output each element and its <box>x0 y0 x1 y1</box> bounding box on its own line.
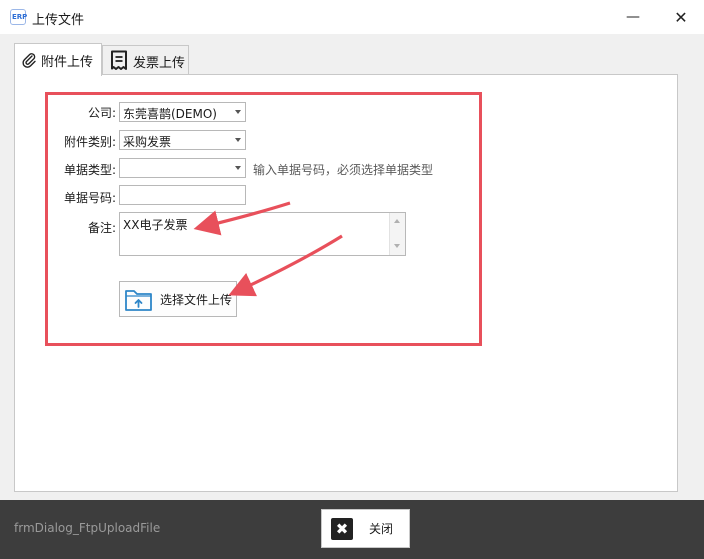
attachment-type-label: 附件类别: <box>63 135 116 149</box>
remark-label: 备注: <box>87 221 116 235</box>
remark-text: XX电子发票 <box>123 218 188 232</box>
tab-attachment-upload-label: 附件上传 <box>41 54 94 70</box>
close-button-label: 关闭 <box>369 522 394 536</box>
select-file-upload-button[interactable]: 选择文件上传 <box>119 281 237 317</box>
window-title: 上传文件 <box>32 13 85 28</box>
doc-number-label: 单据号码: <box>63 191 116 205</box>
doc-number-input[interactable] <box>119 185 246 205</box>
window-close-button[interactable]: ✕ <box>658 0 704 34</box>
chevron-down-icon <box>235 166 241 170</box>
doc-type-select[interactable] <box>119 158 246 178</box>
attachment-type-select-value: 采购发票 <box>123 135 172 149</box>
paperclip-icon <box>21 52 37 68</box>
minimize-button[interactable]: — <box>610 0 656 34</box>
form-name-text: frmDialog_FtpUploadFile <box>14 521 161 535</box>
tab-invoice-upload-label: 发票上传 <box>133 55 186 71</box>
attachment-type-select[interactable]: 采购发票 <box>119 130 246 150</box>
company-select-value: 东莞喜鹊(DEMO) <box>123 107 217 121</box>
chevron-down-icon <box>235 110 241 114</box>
title-bar: ERP 上传文件 — ✕ <box>0 0 704 34</box>
upload-file-dialog: ERP 上传文件 — ✕ 附件上传 发票上传 公司: 东莞喜鹊(DEMO) 附件… <box>0 0 704 559</box>
company-label: 公司: <box>87 106 116 120</box>
doc-type-hint: 输入单据号码，必须选择单据类型 <box>253 163 434 177</box>
select-file-upload-label: 选择文件上传 <box>160 292 233 307</box>
company-select[interactable]: 东莞喜鹊(DEMO) <box>119 102 246 122</box>
remark-textarea[interactable]: XX电子发票 <box>119 212 406 256</box>
tab-attachment-upload[interactable]: 附件上传 <box>14 43 102 76</box>
chevron-down-icon <box>235 138 241 142</box>
tab-invoice-upload[interactable]: 发票上传 <box>102 45 189 76</box>
scroll-up-icon[interactable] <box>394 219 400 223</box>
erp-app-icon: ERP <box>10 9 27 25</box>
remark-scrollbar[interactable] <box>389 213 405 255</box>
close-icon: ✖ <box>331 517 353 540</box>
folder-upload-icon <box>124 285 154 313</box>
receipt-icon <box>109 50 129 72</box>
doc-type-label: 单据类型: <box>63 163 116 177</box>
scroll-down-icon[interactable] <box>394 244 400 248</box>
close-button[interactable]: ✖ 关闭 <box>321 509 410 548</box>
